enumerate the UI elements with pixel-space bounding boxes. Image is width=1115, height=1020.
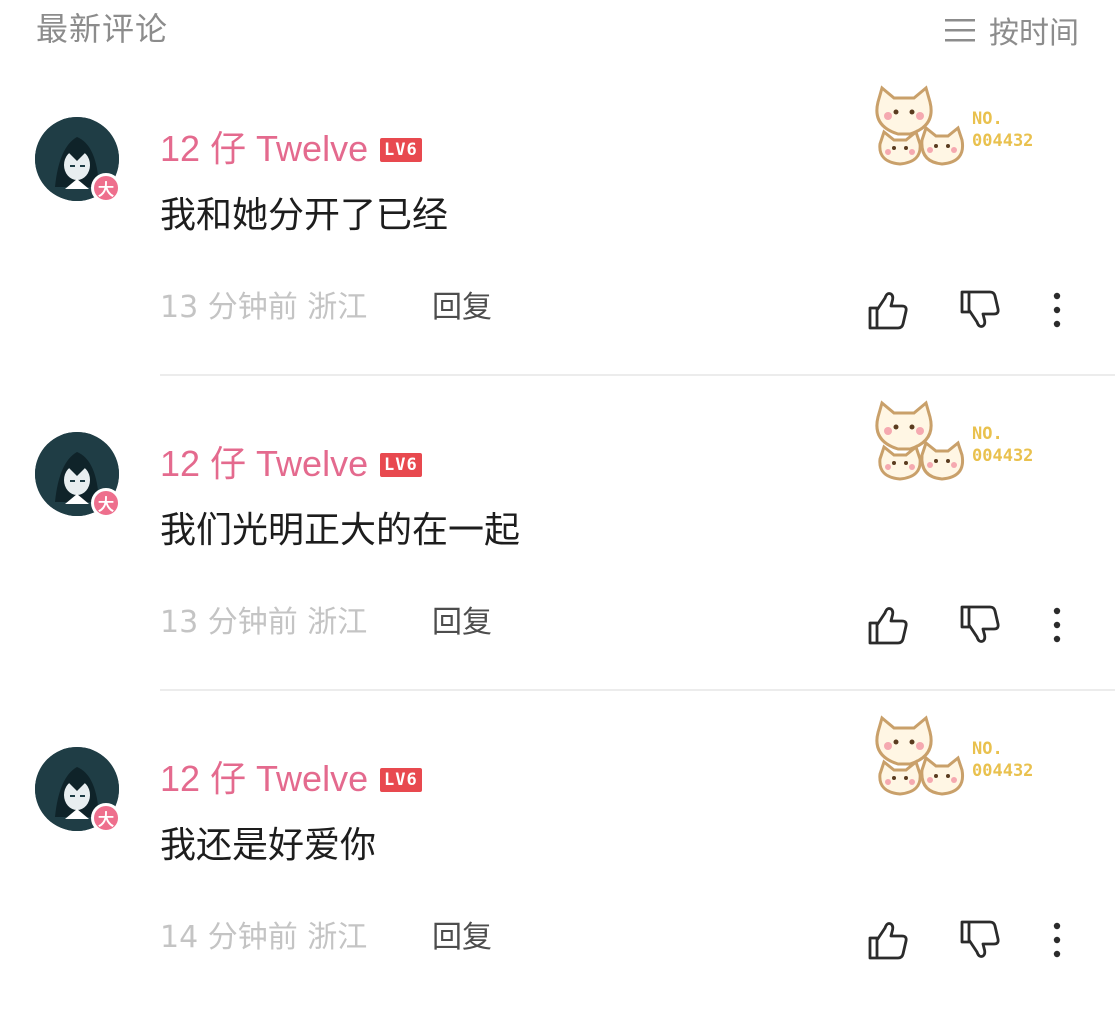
comment-text: 我还是好爱你 bbox=[160, 825, 377, 866]
thumbs-down-icon[interactable] bbox=[958, 288, 1002, 332]
username[interactable]: 12 仔 Twelve bbox=[160, 750, 368, 802]
avatar[interactable]: 大 bbox=[35, 432, 121, 518]
thumbs-up-icon[interactable] bbox=[866, 918, 910, 962]
comment-meta: 13 分钟前 浙江 bbox=[160, 597, 367, 641]
thumbs-down-icon[interactable] bbox=[958, 918, 1002, 962]
comment-text: 我们光明正大的在一起 bbox=[160, 510, 521, 551]
comment-time: 13 分钟前 bbox=[160, 290, 298, 325]
comment-meta: 13 分钟前 浙江 bbox=[160, 282, 367, 326]
section-title: 最新评论 bbox=[36, 10, 169, 48]
avatar[interactable]: 大 bbox=[35, 747, 121, 833]
more-vertical-icon[interactable] bbox=[1050, 288, 1064, 332]
pendant-number: NO. 004432 bbox=[972, 739, 1034, 781]
comment-item: 大 12 仔 Twelve LV6 我还是好爱你 14 分钟前 浙江 回复 NO… bbox=[0, 715, 1115, 1020]
comments-header: 最新评论 按时间 bbox=[0, 0, 1115, 60]
comment-time: 14 分钟前 bbox=[160, 920, 298, 955]
sort-button[interactable]: 按时间 bbox=[945, 8, 1079, 52]
level-badge: LV6 bbox=[380, 768, 422, 792]
member-badge: 大 bbox=[91, 173, 121, 203]
pendant-number: NO. 004432 bbox=[972, 424, 1034, 466]
comment-item: 大 12 仔 Twelve LV6 我们光明正大的在一起 13 分钟前 浙江 回… bbox=[0, 400, 1115, 705]
thumbs-up-icon[interactable] bbox=[866, 603, 910, 647]
level-badge: LV6 bbox=[380, 138, 422, 162]
cat-pendant bbox=[870, 82, 980, 171]
thumbs-up-icon[interactable] bbox=[866, 288, 910, 332]
reply-button[interactable]: 回复 bbox=[432, 912, 492, 956]
reply-button[interactable]: 回复 bbox=[432, 282, 492, 326]
cat-pendant-icon bbox=[875, 400, 965, 481]
level-badge: LV6 bbox=[380, 453, 422, 477]
divider bbox=[160, 374, 1115, 376]
menu-lines-icon bbox=[945, 19, 975, 42]
cat-pendant-icon bbox=[875, 715, 965, 796]
thumbs-down-icon[interactable] bbox=[958, 603, 1002, 647]
cat-pendant bbox=[870, 397, 980, 486]
more-vertical-icon[interactable] bbox=[1050, 918, 1064, 962]
comment-meta: 14 分钟前 浙江 bbox=[160, 912, 367, 956]
comment-item: 大 12 仔 Twelve LV6 我和她分开了已经 13 分钟前 浙江 回复 bbox=[0, 85, 1115, 390]
comment-location: 浙江 bbox=[307, 920, 368, 955]
reply-button[interactable]: 回复 bbox=[432, 597, 492, 641]
username[interactable]: 12 仔 Twelve bbox=[160, 120, 368, 172]
pendant-number: NO. 004432 bbox=[972, 109, 1034, 151]
comment-location: 浙江 bbox=[307, 290, 368, 325]
comment-location: 浙江 bbox=[307, 605, 368, 640]
member-badge: 大 bbox=[91, 488, 121, 518]
avatar[interactable]: 大 bbox=[35, 117, 121, 203]
comment-time: 13 分钟前 bbox=[160, 605, 298, 640]
username[interactable]: 12 仔 Twelve bbox=[160, 435, 368, 487]
divider bbox=[160, 689, 1115, 691]
cat-pendant-icon bbox=[875, 85, 965, 166]
cat-pendant bbox=[870, 712, 980, 801]
comment-text: 我和她分开了已经 bbox=[160, 195, 449, 236]
member-badge: 大 bbox=[91, 803, 121, 833]
sort-label: 按时间 bbox=[989, 16, 1079, 51]
more-vertical-icon[interactable] bbox=[1050, 603, 1064, 647]
